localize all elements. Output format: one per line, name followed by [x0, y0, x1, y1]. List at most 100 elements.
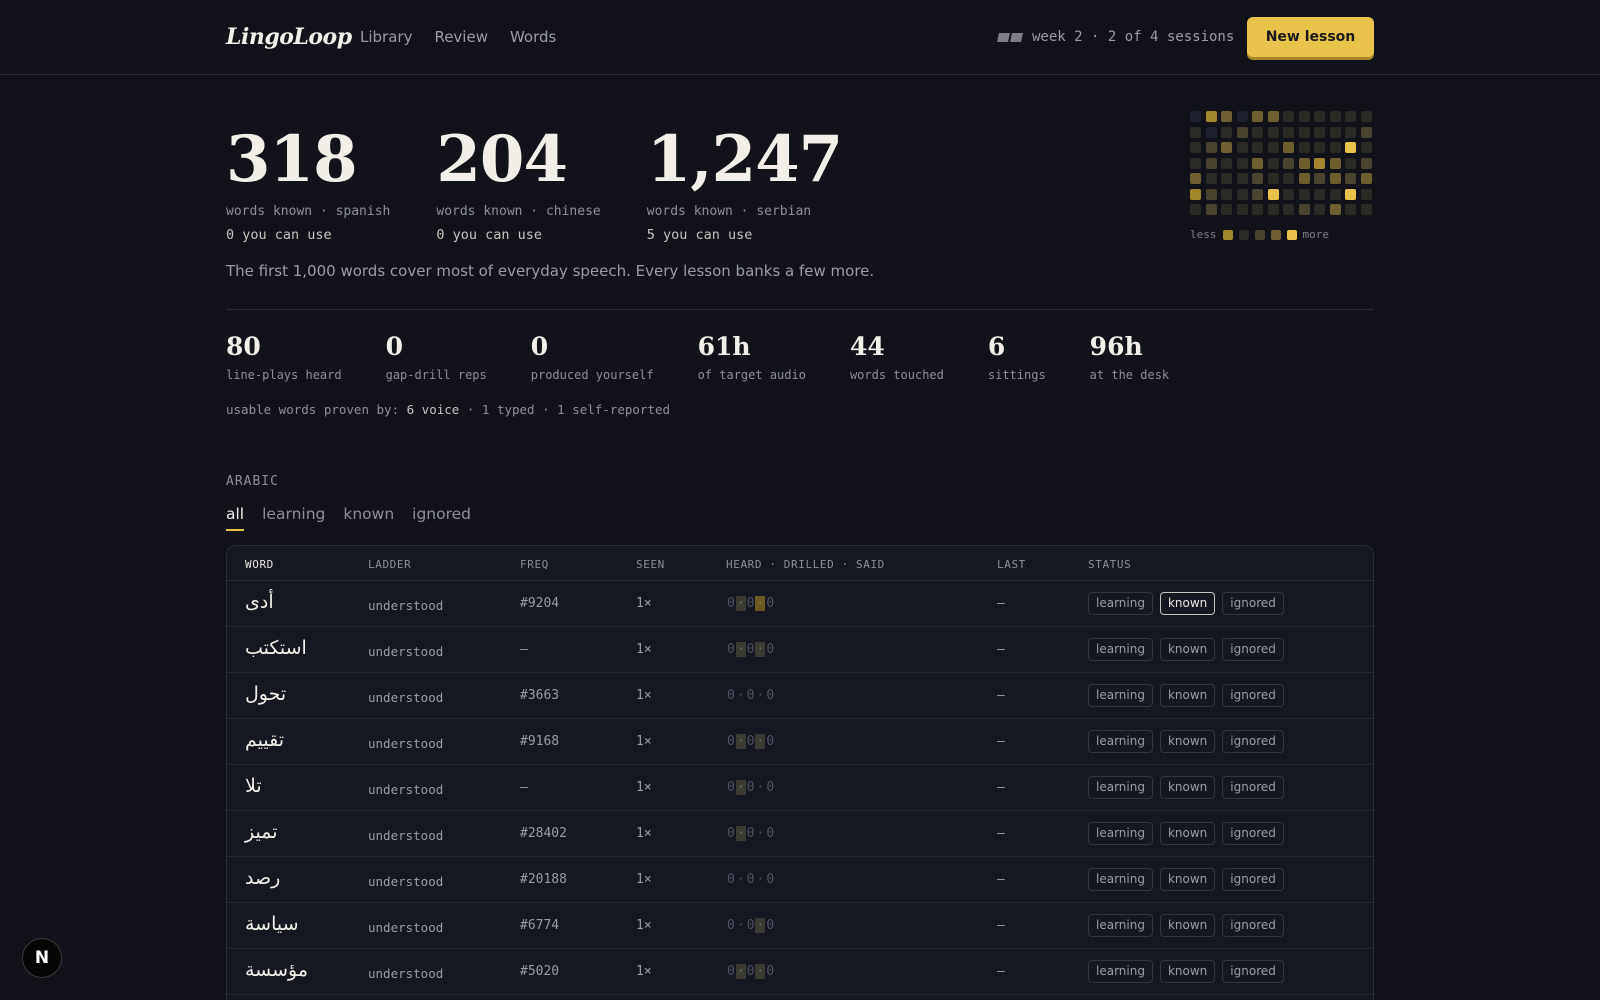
table-row[interactable]: تلا understood —1× 0 · 0 · 0— learning known ignor… — [227, 765, 1373, 811]
heatmap-cell — [1236, 204, 1248, 215]
status-learning-button[interactable]: learning — [1088, 776, 1153, 799]
table-row[interactable]: تحول understood #3663 1× 0 · 0 · 0— learning known… — [227, 673, 1373, 719]
col-ladder[interactable]: LADDER — [368, 558, 411, 571]
status-learning-button[interactable]: learning — [1088, 684, 1153, 707]
heatmap-cell — [1221, 204, 1232, 215]
stat-value: 6 — [987, 332, 1006, 361]
hds-count: · — [755, 734, 766, 749]
word-text[interactable]: تلا — [245, 775, 262, 797]
status-ignored-button[interactable]: ignored — [1222, 638, 1284, 661]
status-known-button[interactable]: known — [1159, 592, 1216, 615]
status-ignored-button[interactable]: ignored — [1222, 684, 1284, 707]
nav-library[interactable]: Library — [360, 28, 412, 46]
status-toggle-group: learning known ignored — [1088, 960, 1284, 983]
status-ignored-button[interactable]: ignored — [1222, 730, 1284, 753]
table-row[interactable]: رصد understood #20188 1× 0 · 0 · 0— learning known… — [227, 857, 1373, 903]
legend-swatch — [1238, 229, 1249, 240]
word-text[interactable]: تحول — [245, 683, 286, 705]
ladder-stage: understood — [368, 828, 444, 843]
heatmap-cell — [1267, 111, 1279, 122]
status-ignored-button[interactable]: ignored — [1222, 592, 1284, 615]
col-last[interactable]: LAST — [997, 558, 1026, 571]
filter-all[interactable]: all — [226, 505, 245, 531]
status-known-button[interactable]: known — [1159, 960, 1216, 983]
heatmap-cell — [1283, 126, 1294, 138]
heard-drilled-said: 0 · 0 · 0 — [726, 872, 775, 887]
status-learning-button[interactable]: learning — [1088, 592, 1153, 615]
legend-more: more — [1302, 228, 1330, 241]
heatmap-cell — [1345, 188, 1356, 200]
stat-value: 80 — [226, 332, 261, 361]
filter-ignored[interactable]: ignored — [412, 505, 471, 531]
word-text[interactable]: تميز — [245, 821, 278, 843]
hds-count: 0 — [727, 826, 735, 841]
status-ignored-button[interactable]: ignored — [1222, 868, 1284, 891]
word-text[interactable]: سياسة — [245, 913, 299, 935]
status-known-button[interactable]: known — [1159, 684, 1216, 707]
status-known-button[interactable]: known — [1159, 914, 1216, 937]
frequency-rank: #20188 — [520, 872, 567, 887]
status-learning-button[interactable]: learning — [1088, 822, 1153, 845]
word-text[interactable]: مؤسسة — [245, 959, 308, 981]
new-lesson-button[interactable]: New lesson — [1247, 17, 1374, 57]
seen-count: 1× — [636, 918, 652, 933]
status-toggle-group: learning known ignored — [1088, 638, 1284, 661]
status-ignored-button[interactable]: ignored — [1222, 776, 1284, 799]
status-known-button[interactable]: known — [1159, 638, 1216, 661]
status-toggle-group: learning known ignored — [1088, 776, 1284, 799]
nav-words[interactable]: Words — [510, 28, 556, 46]
status-learning-button[interactable]: learning — [1088, 730, 1153, 753]
stat-value: 204 — [436, 122, 568, 197]
status-known-button[interactable]: known — [1159, 822, 1216, 845]
status-known-button[interactable]: known — [1159, 776, 1216, 799]
table-row[interactable]: استكتب understood —1× 0 · 0 · 0— learning known ig… — [227, 627, 1373, 673]
week-progress: week 2 · 2 of 4 sessions — [997, 29, 1234, 45]
col-seen[interactable]: SEEN — [636, 558, 665, 571]
word-text[interactable]: تقييم — [245, 729, 284, 751]
heatmap-cell — [1221, 173, 1232, 184]
col-status[interactable]: STATUS — [1088, 558, 1131, 571]
filter-learning[interactable]: learning — [262, 505, 325, 531]
filter-known[interactable]: known — [343, 505, 394, 531]
col-word[interactable]: WORD — [245, 558, 274, 571]
word-text[interactable]: أدى — [245, 591, 274, 613]
word-text[interactable]: استكتب — [245, 637, 307, 659]
table-body: أدى understood #9204 1× 0 · 0 · 0— learning known i… — [227, 581, 1373, 995]
framework-badge[interactable]: N — [22, 938, 62, 978]
ladder-stage: understood — [368, 874, 444, 889]
col-heard-drilled-said[interactable]: HEARD · DRILLED · SAID — [726, 558, 885, 571]
legend-swatch — [1270, 229, 1281, 240]
hds-count: · — [735, 596, 746, 611]
hds-count: 0 — [746, 964, 755, 979]
status-ignored-button[interactable]: ignored — [1222, 914, 1284, 937]
status-ignored-button[interactable]: ignored — [1222, 960, 1284, 983]
status-learning-button[interactable]: learning — [1088, 638, 1153, 661]
table-row[interactable]: تقييم understood #9168 1× 0 · 0 · 0— learning know… — [227, 719, 1373, 765]
top-bar: LingoLoop Library Review Words week 2 · … — [0, 0, 1600, 75]
heatmap-cell — [1267, 142, 1279, 153]
app-logo[interactable]: LingoLoop — [226, 24, 352, 50]
table-row[interactable]: تميز understood #28402 1× 0 · 0 · 0— learning know… — [227, 811, 1373, 857]
hds-count: · — [756, 780, 765, 795]
table-row[interactable]: مؤسسة understood #5020 1× 0 · 0 · 0— learning know… — [227, 949, 1373, 995]
status-learning-button[interactable]: learning — [1088, 960, 1153, 983]
heatmap-cell — [1314, 157, 1325, 169]
status-ignored-button[interactable]: ignored — [1222, 822, 1284, 845]
hds-count: 0 — [766, 688, 775, 703]
word-text[interactable]: رصد — [245, 867, 280, 889]
stat-label: at the desk — [1089, 368, 1170, 382]
status-learning-button[interactable]: learning — [1088, 868, 1153, 891]
tagline: The first 1,000 words cover most of ever… — [226, 262, 875, 280]
status-learning-button[interactable]: learning — [1088, 914, 1153, 937]
col-freq[interactable]: FREQ — [520, 558, 549, 571]
status-known-button[interactable]: known — [1159, 868, 1216, 891]
heatmap-cell — [1205, 126, 1217, 138]
status-known-button[interactable]: known — [1159, 730, 1216, 753]
last-seen: — — [997, 872, 1005, 887]
table-row[interactable]: أدى understood #9204 1× 0 · 0 · 0— learning known i… — [227, 581, 1373, 627]
table-row[interactable]: سياسة understood #6774 1× 0 · 0 · 0— learning know… — [227, 903, 1373, 949]
last-seen: — — [997, 734, 1005, 749]
heatmap-cell — [1205, 142, 1217, 153]
proven-voice: 6 voice — [406, 402, 460, 417]
nav-review[interactable]: Review — [434, 28, 488, 46]
